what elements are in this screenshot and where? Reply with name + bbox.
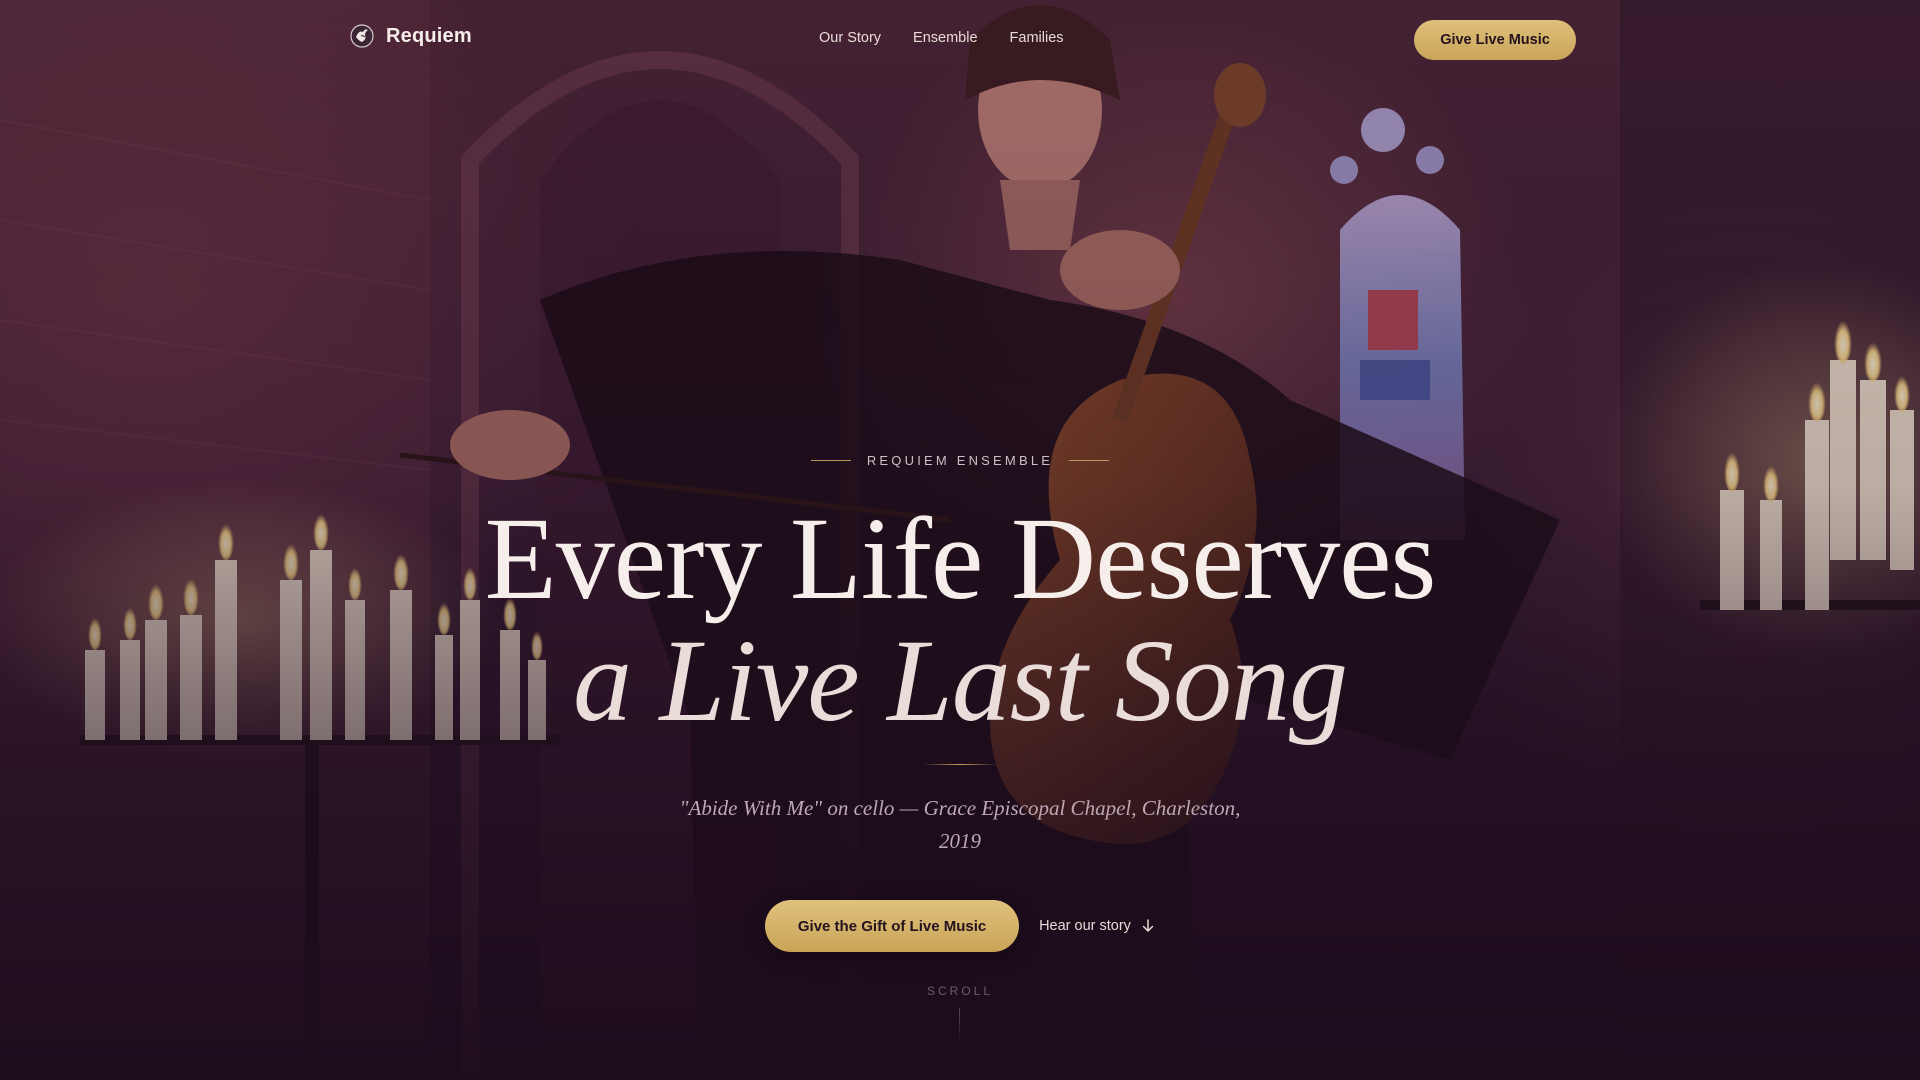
eyebrow-rule-right bbox=[1069, 460, 1110, 461]
hear-our-story-label: Hear our story bbox=[1039, 918, 1131, 934]
give-gift-button[interactable]: Give the Gift of Live Music bbox=[765, 900, 1020, 952]
eyebrow-text: REQUIEM ENSEMBLE bbox=[866, 453, 1054, 468]
give-live-music-button[interactable]: Give Live Music bbox=[1414, 20, 1576, 60]
eyebrow-rule-left bbox=[810, 460, 851, 461]
hero-title-line-2: a Live Last Song bbox=[573, 615, 1348, 746]
main-nav: Our Story Ensemble Families bbox=[819, 30, 1064, 46]
nav-item-ensemble[interactable]: Ensemble bbox=[913, 30, 977, 46]
scroll-hint: SCROLL bbox=[926, 984, 994, 998]
arrow-down-icon bbox=[1142, 919, 1154, 932]
nav-item-families[interactable]: Families bbox=[1010, 30, 1064, 46]
brand[interactable]: Requiem bbox=[350, 24, 472, 48]
hear-our-story-link[interactable]: Hear our story bbox=[1039, 918, 1155, 934]
hero-actions: Give the Gift of Live Music Hear our sto… bbox=[0, 900, 1920, 952]
hero-caption: "Abide With Me" on cello — Grace Episcop… bbox=[679, 796, 1241, 853]
eyebrow: REQUIEM ENSEMBLE bbox=[0, 453, 1920, 468]
gold-divider bbox=[922, 764, 998, 765]
nav-item-our-story[interactable]: Our Story bbox=[819, 30, 881, 46]
scroll-line bbox=[959, 1008, 960, 1042]
dove-icon bbox=[350, 24, 374, 48]
site-header: Requiem Our Story Ensemble Families Give… bbox=[0, 0, 1920, 80]
brand-name: Requiem bbox=[386, 24, 472, 47]
hero-title: Every Life Deserves a Live Last Song bbox=[0, 498, 1920, 742]
hero-title-line-1: Every Life Deserves bbox=[484, 493, 1437, 624]
